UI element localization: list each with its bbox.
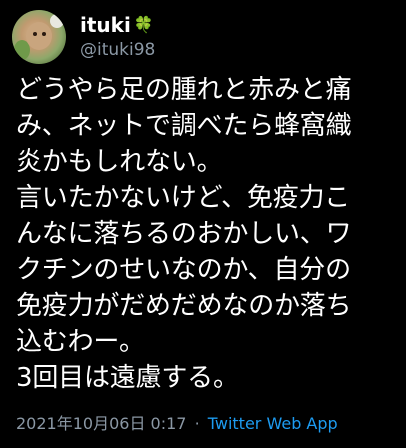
tweet-text-line: 言いたかないけど、免疫力こ bbox=[16, 183, 351, 213]
tweet-text-line: どうやら足の腫れと赤みと痛 bbox=[16, 75, 352, 105]
tweet-text-line: 込むわー。 bbox=[16, 327, 145, 357]
tweet-text-line: 免疫力がだめだめなのか落ち bbox=[16, 291, 352, 321]
avatar-face bbox=[26, 22, 52, 50]
tweet-meta: 2021年10月06日 0:17 · Twitter Web App bbox=[16, 413, 338, 435]
display-name[interactable]: ituki bbox=[80, 13, 131, 37]
tweet-header: ituki 🍀 @ituki98 bbox=[12, 10, 155, 64]
tweet: ituki 🍀 @ituki98 どうやら足の腫れと赤みと痛 み、ネットで調べた… bbox=[0, 0, 406, 448]
tweet-text-line: クチンのせいなのか、自分の bbox=[16, 255, 351, 285]
user-handle[interactable]: @ituki98 bbox=[80, 39, 155, 61]
tweet-text-line: 3回目は遠慮する。 bbox=[16, 363, 239, 393]
tweet-timestamp[interactable]: 2021年10月06日 0:17 bbox=[16, 414, 186, 433]
tweet-text-line: 炎かもしれない。 bbox=[16, 147, 223, 177]
tweet-text-line: んなに落ちるのおかしい、ワ bbox=[16, 219, 352, 249]
meta-separator: · bbox=[194, 414, 200, 433]
display-name-row[interactable]: ituki 🍀 bbox=[80, 13, 155, 37]
four-leaf-clover-icon: 🍀 bbox=[133, 15, 154, 34]
avatar-eye bbox=[42, 32, 46, 36]
tweet-text: どうやら足の腫れと赤みと痛 み、ネットで調べたら蜂窩織 炎かもしれない。 言いた… bbox=[16, 72, 402, 396]
tweet-source-link[interactable]: Twitter Web App bbox=[208, 414, 338, 433]
tweet-text-line: み、ネットで調べたら蜂窩織 bbox=[16, 111, 352, 141]
avatar-flower-decoration bbox=[50, 14, 64, 28]
avatar[interactable] bbox=[12, 10, 66, 64]
avatar-eye bbox=[33, 32, 37, 36]
user-names: ituki 🍀 @ituki98 bbox=[80, 13, 155, 61]
